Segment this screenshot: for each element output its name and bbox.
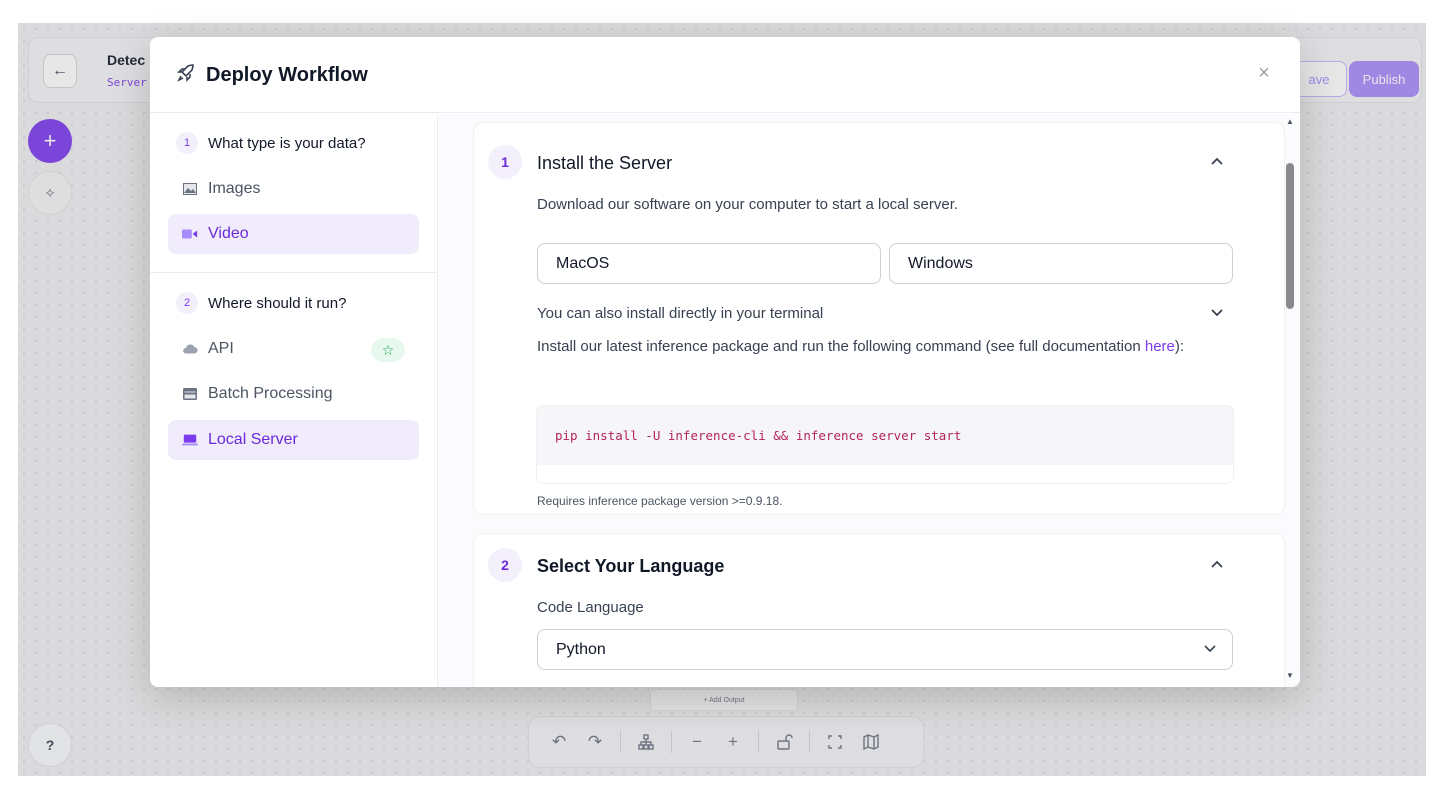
cloud-icon xyxy=(182,343,198,355)
step-label: What type is your data? xyxy=(208,134,366,152)
rocket-icon xyxy=(176,63,196,88)
modal-title: Deploy Workflow xyxy=(206,64,368,86)
chevron-up-icon[interactable] xyxy=(1210,153,1224,169)
card-title: Select Your Language xyxy=(537,556,725,576)
code-language-label: Code Language xyxy=(537,599,644,616)
terminal-text-before: Install our latest inference package and… xyxy=(537,338,1145,355)
sidebar-item-label: API xyxy=(208,340,234,357)
step-1-header: 1 What type is your data? xyxy=(176,132,366,154)
sidebar-item-images[interactable]: Images xyxy=(168,169,419,209)
deploy-content: 1 Install the Server Download our softwa… xyxy=(439,114,1300,687)
deploy-workflow-modal: Deploy Workflow × 1 What type is your da… xyxy=(150,37,1300,687)
card-title: Install the Server xyxy=(537,153,673,173)
sidebar-divider xyxy=(150,272,437,273)
sidebar-item-label: Batch Processing xyxy=(208,385,333,402)
star-icon: ☆ xyxy=(371,338,405,362)
step-number: 2 xyxy=(488,548,522,582)
video-camera-icon xyxy=(182,228,198,240)
terminal-toggle[interactable]: You can also install directly in your te… xyxy=(537,305,823,322)
version-requirement: Requires inference package version >=0.9… xyxy=(537,494,783,508)
laptop-icon xyxy=(182,433,198,447)
step-number: 1 xyxy=(176,132,198,154)
step-2-header: 2 Where should it run? xyxy=(176,292,346,314)
scroll-up-arrow-icon[interactable]: ▲ xyxy=(1286,117,1294,126)
modal-header: Deploy Workflow × xyxy=(150,37,1300,113)
scrollbar-thumb[interactable] xyxy=(1286,163,1294,309)
scrollbar[interactable]: ▲ ▼ xyxy=(1284,117,1296,683)
sidebar-item-label: Local Server xyxy=(208,431,298,448)
windows-button[interactable]: Windows xyxy=(889,243,1233,284)
scroll-down-arrow-icon[interactable]: ▼ xyxy=(1286,671,1294,680)
documentation-link[interactable]: here xyxy=(1145,338,1175,355)
sidebar-item-video[interactable]: Video xyxy=(168,214,419,254)
server-rack-icon xyxy=(182,388,198,400)
step-label: Where should it run? xyxy=(208,294,347,312)
sidebar-item-label: Video xyxy=(208,225,249,242)
step-number: 1 xyxy=(488,145,522,179)
sidebar-item-local-server[interactable]: Local Server xyxy=(168,420,419,460)
install-command: pip install -U inference-cli && inferenc… xyxy=(555,428,962,443)
modal-title-row: Deploy Workflow xyxy=(176,63,368,88)
selected-language: Python xyxy=(556,640,606,658)
close-icon[interactable]: × xyxy=(1252,61,1276,85)
code-language-select[interactable]: Python xyxy=(537,629,1233,670)
step-number: 2 xyxy=(176,292,198,314)
sidebar-item-api[interactable]: API ☆ xyxy=(168,329,419,369)
image-icon xyxy=(182,183,198,195)
terminal-text-after: ): xyxy=(1174,338,1185,355)
select-language-card: 2 Select Your Language Code Language Pyt… xyxy=(473,533,1285,687)
macos-button[interactable]: MacOS xyxy=(537,243,881,284)
chevron-down-icon xyxy=(1204,642,1216,656)
chevron-down-icon[interactable] xyxy=(1210,305,1224,321)
deploy-sidebar: 1 What type is your data? Images Video 2… xyxy=(150,114,438,687)
command-code-block[interactable]: pip install -U inference-cli && inferenc… xyxy=(537,406,1233,483)
chevron-up-icon[interactable] xyxy=(1210,556,1224,572)
install-description: Download our software on your computer t… xyxy=(537,196,959,213)
terminal-description: Install our latest inference package and… xyxy=(537,336,1237,357)
sidebar-item-label: Images xyxy=(208,180,261,197)
sidebar-item-batch-processing[interactable]: Batch Processing xyxy=(168,374,419,414)
install-server-card: 1 Install the Server Download our softwa… xyxy=(473,122,1285,515)
